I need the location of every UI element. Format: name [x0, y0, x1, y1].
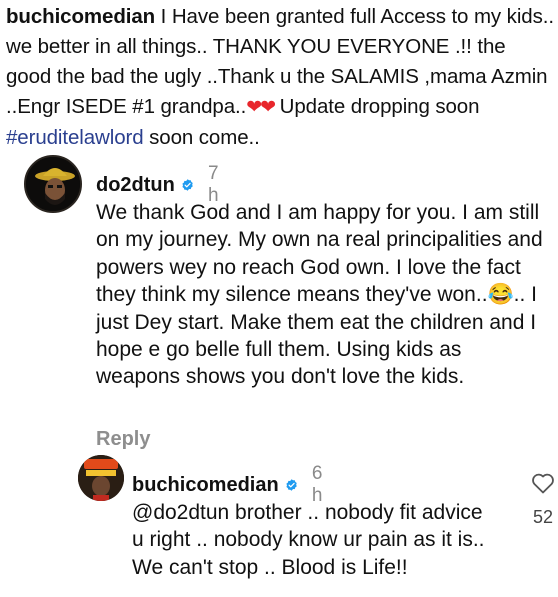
hashtag-link[interactable]: #eruditelawlord: [6, 126, 144, 149]
reply-button[interactable]: Reply: [96, 428, 150, 451]
comment-text: @do2dtun brother .. nobody fit advice u …: [132, 501, 485, 579]
comment-text: We thank God and I am happy for you. I a…: [96, 201, 543, 389]
heart-outline-icon[interactable]: [531, 472, 555, 494]
like-control[interactable]: 52: [526, 472, 558, 528]
avatar[interactable]: [78, 455, 124, 501]
avatar[interactable]: [24, 155, 82, 213]
verified-badge-icon: [286, 479, 297, 491]
verified-badge-icon: [182, 179, 193, 191]
caption-text-2: Update dropping soon: [274, 95, 480, 118]
post-caption: buchicomedian I Have been granted full A…: [6, 2, 554, 153]
heart-emoji-icon: ❤❤: [246, 97, 276, 118]
caption-text-3: soon come..: [143, 126, 260, 149]
avatar-portrait-icon: [26, 157, 80, 211]
comment-username[interactable]: do2dtun: [96, 174, 175, 197]
post-username[interactable]: buchicomedian: [6, 5, 155, 28]
like-count: 52: [532, 507, 554, 527]
comment-username[interactable]: buchicomedian: [132, 474, 279, 497]
avatar-portrait-icon: [78, 455, 124, 501]
